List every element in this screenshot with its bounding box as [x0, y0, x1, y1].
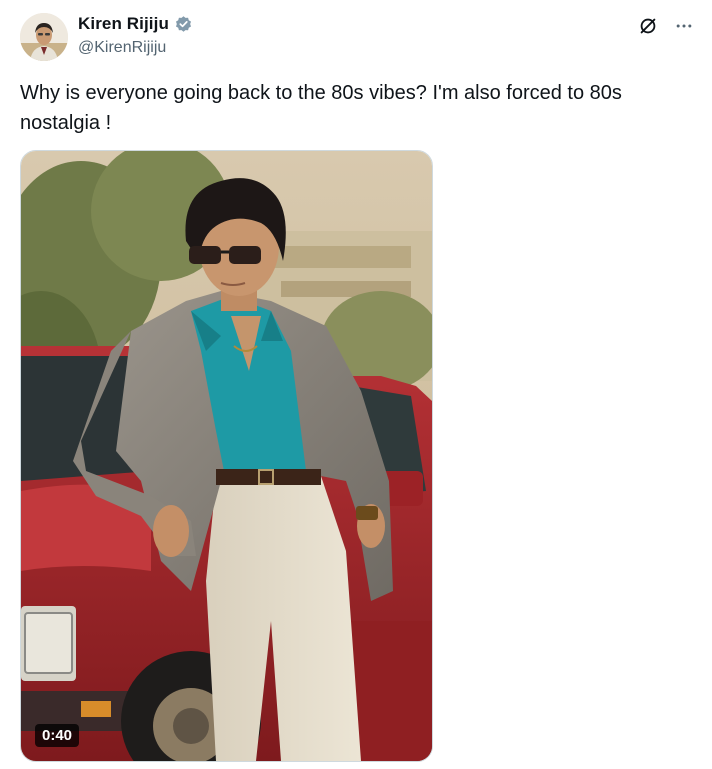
video-duration-badge: 0:40 — [35, 724, 80, 747]
avatar[interactable] — [20, 13, 68, 61]
author-display-name[interactable]: Kiren Rijiju — [78, 14, 169, 34]
more-dots-icon[interactable] — [672, 14, 696, 38]
video-player[interactable]: 0:40 — [20, 150, 433, 762]
author-handle[interactable]: @KirenRijiju — [78, 39, 166, 57]
video-thumbnail — [21, 151, 432, 761]
author-name-row[interactable]: Kiren Rijiju — [78, 14, 193, 34]
slash-circle-icon[interactable] — [636, 14, 660, 38]
tweet-text: Why is everyone going back to the 80s vi… — [20, 82, 628, 134]
tweet: Kiren Rijiju @KirenRijiju Why is everyon… — [0, 0, 712, 769]
verified-badge-icon — [174, 15, 193, 34]
tweet-top-actions — [636, 14, 696, 38]
